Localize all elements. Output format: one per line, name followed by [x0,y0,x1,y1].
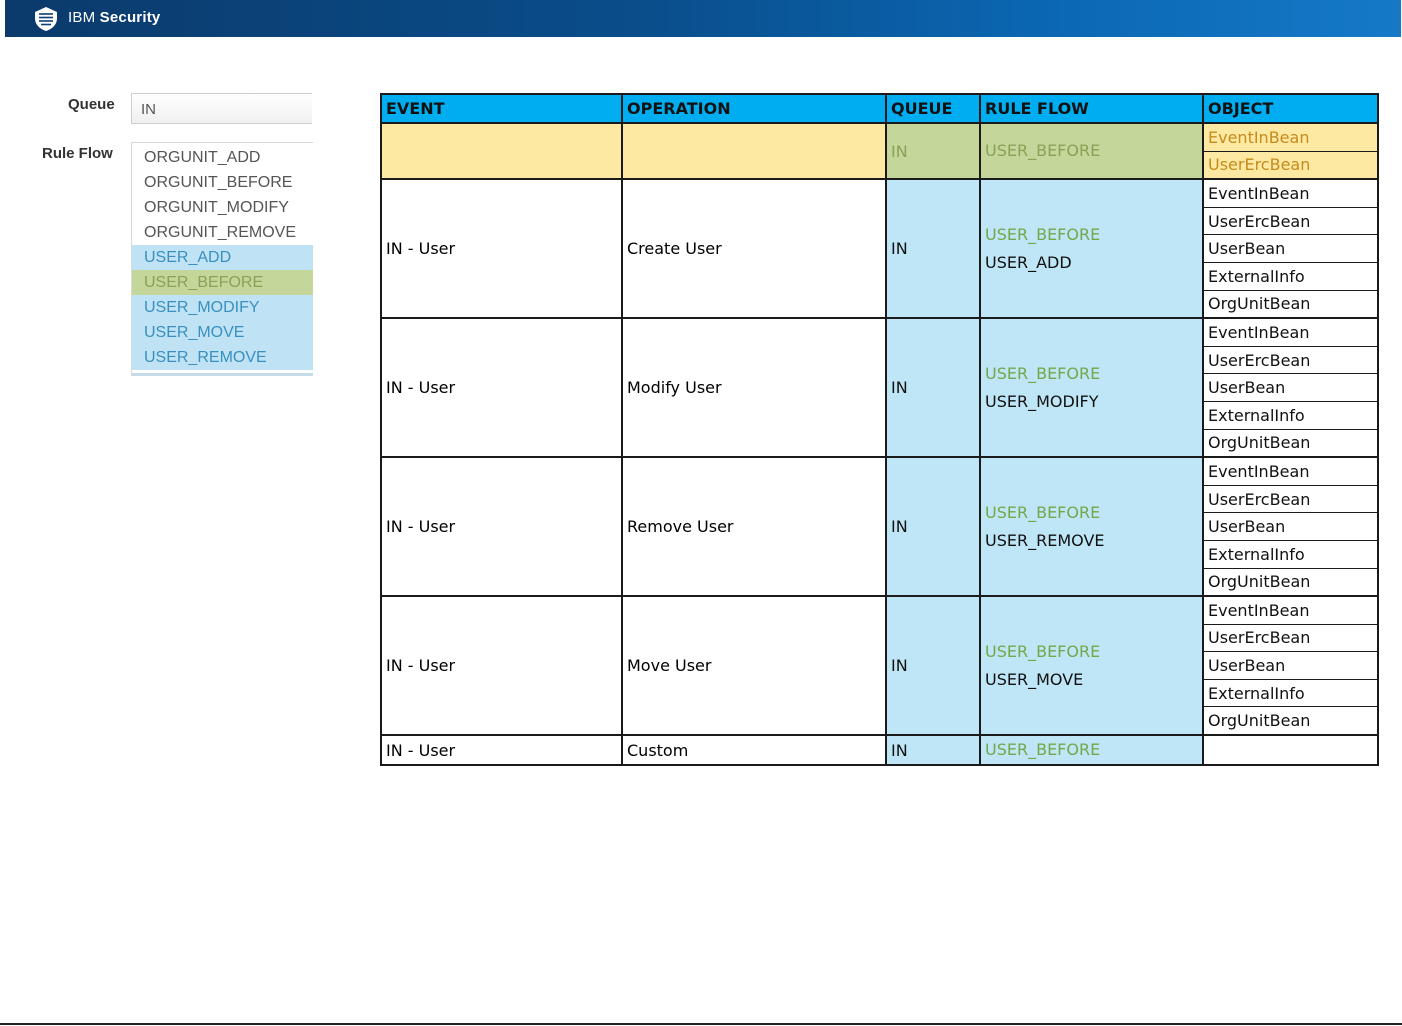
queue-cell: IN [886,318,981,459]
rule-flow-main: USER_MOVE [985,669,1084,689]
object-cell: UserErcBean [1203,346,1378,375]
object-cell: UserErcBean [1203,624,1378,653]
operation-cell: Remove User [622,457,887,598]
rule-flow-cell: USER_BEFORE USER_MOVE [980,596,1204,737]
operation-cell [622,123,887,181]
rule-flow-main: USER_ADD [985,252,1072,272]
object-cell: EventInBean [1203,123,1378,152]
rule-flow-cell: USER_BEFORE USER_MODIFY [980,318,1204,459]
col-header-queue: QUEUE [886,94,981,124]
brand-security: Security [99,9,161,26]
event-cell: IN - User [381,179,623,320]
rule-flow-cell: USER_BEFORE [980,123,1204,181]
rule-flow-before: USER_BEFORE [985,224,1101,244]
rule-flow-option-selected[interactable]: USER_REMOVE [132,345,313,370]
object-cell: ExternalInfo [1203,540,1378,569]
table-header-row: EVENT OPERATION QUEUE RULE FLOW OBJECT [381,94,1378,124]
operation-cell: Custom [622,735,887,766]
col-header-object: OBJECT [1203,94,1378,124]
object-cell: UserErcBean [1203,485,1378,514]
object-cell: UserBean [1203,512,1378,541]
col-header-rule-flow: RULE FLOW [980,94,1204,124]
event-cell: IN - User [381,457,623,598]
rule-flow-option[interactable]: ORGUNIT_ADD [132,145,313,170]
object-cell: UserErcBean [1203,151,1378,181]
queue-cell: IN [886,735,981,766]
operation-cell: Move User [622,596,887,737]
object-cell [1203,735,1378,765]
rule-flow-cell: USER_BEFORE USER_ADD [980,179,1204,320]
queue-cell: IN [886,457,981,598]
object-cell: EventInBean [1203,318,1378,347]
brand-title: IBM Security [68,9,160,26]
top-banner: IBM Security [5,0,1401,37]
event-mapping-table: EVENT OPERATION QUEUE RULE FLOW OBJECT I… [380,93,1379,767]
queue-field[interactable]: IN [131,93,312,124]
object-cell: OrgUnitBean [1203,429,1378,459]
rule-flow-before: USER_BEFORE [985,363,1101,383]
rule-flow-option[interactable]: ORGUNIT_BEFORE [132,170,313,195]
object-cell: UserErcBean [1203,207,1378,236]
ibm-security-shield-icon [35,7,57,31]
rule-flow-option-selected[interactable]: USER_MODIFY [132,295,313,320]
event-cell: IN - User [381,318,623,459]
object-cell: ExternalInfo [1203,262,1378,291]
event-cell [381,123,623,181]
object-cell: UserBean [1203,651,1378,680]
rule-flow-option[interactable]: ORGUNIT_REMOVE [132,220,313,245]
rule-flow-option-highlighted[interactable]: USER_BEFORE [132,270,313,295]
rule-flow-cell: USER_BEFORE USER_REMOVE [980,457,1204,598]
table-row: IN - User Custom IN USER_BEFORE [381,735,1378,766]
rule-flow-before: USER_BEFORE [985,502,1101,522]
object-cell: ExternalInfo [1203,679,1378,708]
queue-cell: IN [886,596,981,737]
object-cell: EventInBean [1203,179,1378,208]
object-cell: ExternalInfo [1203,401,1378,430]
brand-ibm: IBM [68,9,96,26]
table-row: IN - User Remove User IN USER_BEFORE USE… [381,457,1378,598]
object-cell: EventInBean [1203,457,1378,486]
col-header-event: EVENT [381,94,623,124]
rule-flow-option[interactable]: ORGUNIT_MODIFY [132,195,313,220]
queue-cell: IN [886,123,981,181]
rule-flow-label: Rule Flow [42,145,113,162]
queue-label: Queue [68,96,115,113]
rule-flow-before: USER_BEFORE [985,740,1101,760]
rule-flow-option-selected[interactable]: USER_MOVE [132,320,313,345]
col-header-operation: OPERATION [622,94,887,124]
rule-flow-main: USER_REMOVE [985,530,1105,550]
table-row: IN - User Modify User IN USER_BEFORE USE… [381,318,1378,459]
object-cell: OrgUnitBean [1203,290,1378,320]
operation-cell: Modify User [622,318,887,459]
object-cell: OrgUnitBean [1203,568,1378,598]
object-cell: EventInBean [1203,596,1378,625]
event-cell: IN - User [381,596,623,737]
object-cell: UserBean [1203,373,1378,402]
object-cell: UserBean [1203,234,1378,263]
rule-flow-cell: USER_BEFORE [980,735,1204,766]
rule-flow-before: USER_BEFORE [985,641,1101,661]
event-cell: IN - User [381,735,623,766]
rule-flow-main: USER_MODIFY [985,391,1099,411]
object-cell: OrgUnitBean [1203,706,1378,737]
queue-cell: IN [886,179,981,320]
rule-flow-option-selected[interactable]: USER_ADD [132,245,313,270]
table-row: IN - User Move User IN USER_BEFORE USER_… [381,596,1378,737]
table-row: IN USER_BEFORE EventInBean [381,123,1378,181]
bottom-divider [0,1023,1402,1025]
rule-flow-listbox[interactable]: ORGUNIT_ADD ORGUNIT_BEFORE ORGUNIT_MODIF… [131,142,313,376]
table-row: IN - User Create User IN USER_BEFORE USE… [381,179,1378,320]
operation-cell: Create User [622,179,887,320]
